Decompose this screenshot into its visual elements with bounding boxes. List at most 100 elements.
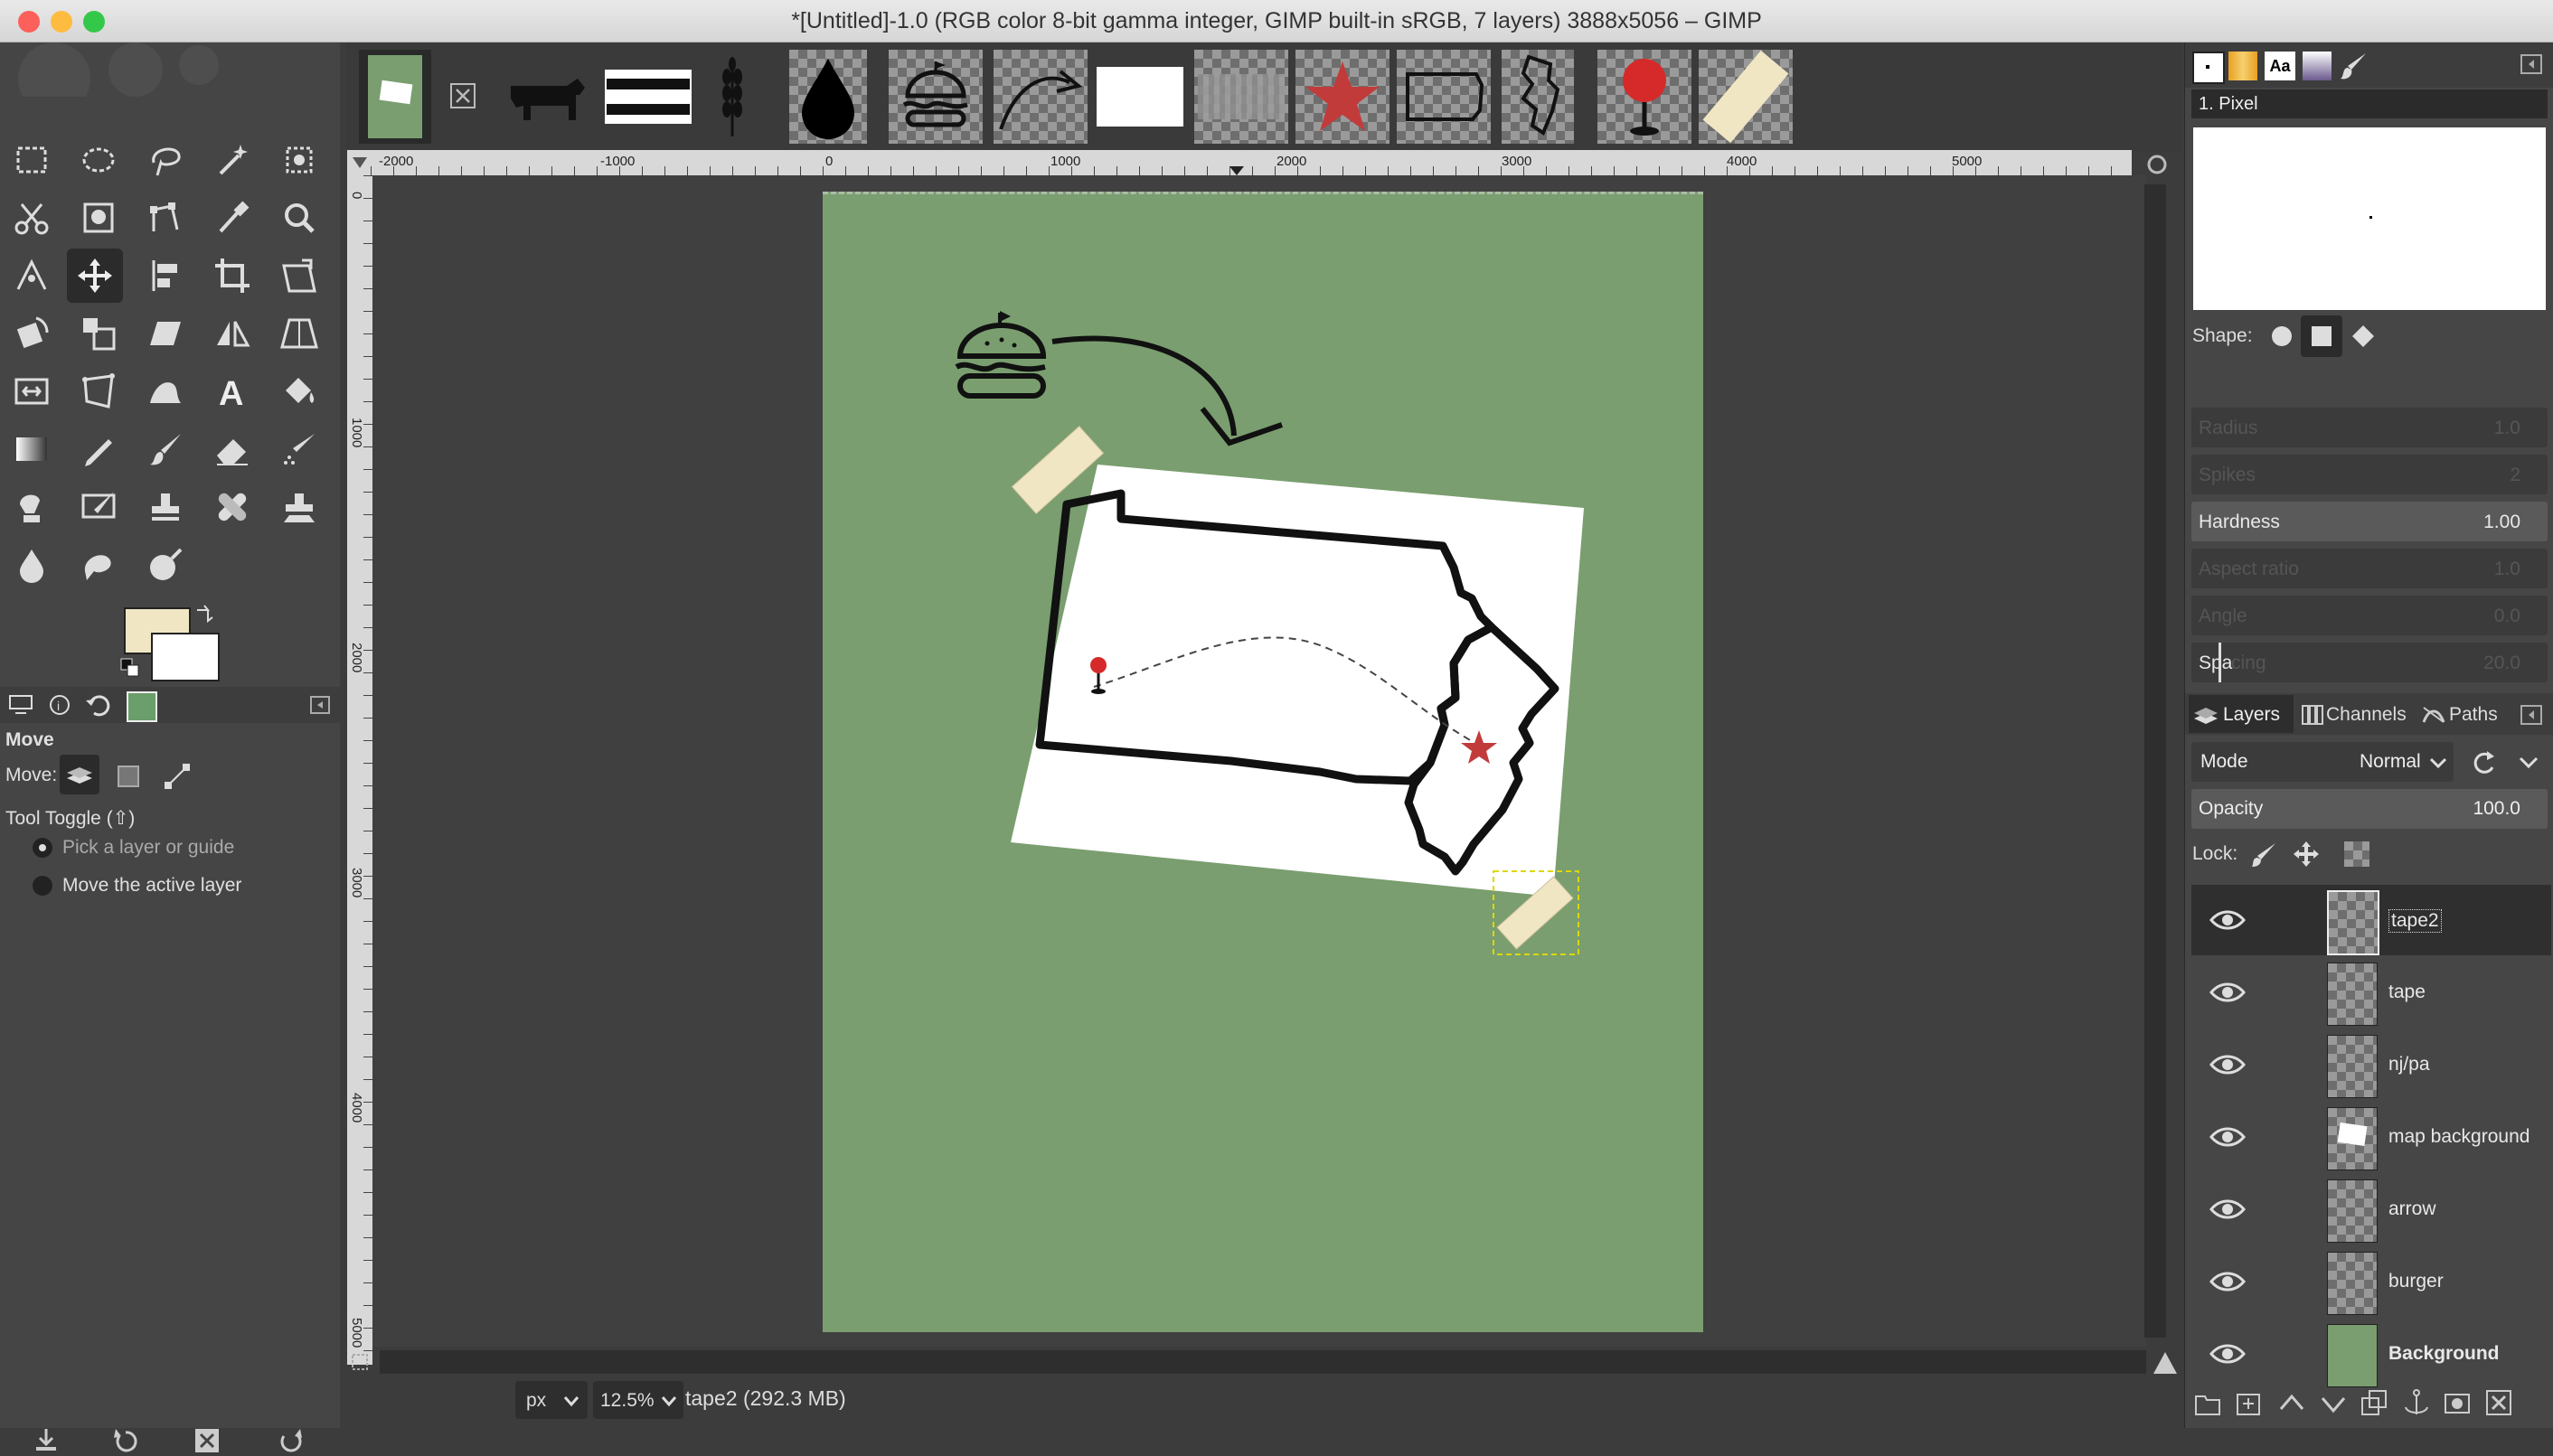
spacing-slider[interactable]: Spa cing 20.0: [2191, 643, 2548, 682]
visibility-eye-icon[interactable]: [2209, 1051, 2246, 1078]
reset-options-icon[interactable]: [275, 1425, 306, 1456]
canvas-area[interactable]: [372, 175, 2166, 1347]
select-by-color-tool-icon[interactable]: [271, 133, 327, 187]
wheat-image-thumb[interactable]: [702, 50, 762, 144]
perspective-clone-tool-icon[interactable]: [271, 480, 327, 534]
gradients-tab-icon[interactable]: [2303, 52, 2332, 80]
dodge-burn-tool-icon[interactable]: [137, 538, 193, 592]
ellipse-select-tool-icon[interactable]: [71, 133, 127, 187]
blur-tool-icon[interactable]: [4, 538, 60, 592]
paintbrush-tool-icon[interactable]: [137, 422, 193, 476]
visibility-eye-icon[interactable]: [2209, 1123, 2246, 1151]
rotate-tool-icon[interactable]: [4, 306, 60, 361]
background-color-swatch[interactable]: [151, 633, 220, 681]
layer-row-map-background[interactable]: map background: [2191, 1102, 2551, 1172]
restore-options-icon[interactable]: [110, 1425, 141, 1456]
radius-slider[interactable]: Radius 1.0: [2191, 408, 2548, 447]
gradient-tool-icon[interactable]: [4, 422, 60, 476]
visibility-eye-icon[interactable]: [2209, 979, 2246, 1006]
new-layer-icon[interactable]: [2234, 1387, 2266, 1420]
bucket-fill-tool-icon[interactable]: [271, 364, 327, 418]
move-path-mode-button[interactable]: [159, 758, 195, 794]
new-layer-group-icon[interactable]: [2192, 1387, 2225, 1420]
spin-arrows-column[interactable]: [2543, 404, 2553, 684]
duplicate-layer-icon[interactable]: [2359, 1387, 2391, 1420]
ink-tool-icon[interactable]: [4, 480, 60, 534]
tab-layers[interactable]: Layers: [2189, 695, 2294, 733]
unified-transform-tool-icon[interactable]: [271, 249, 327, 303]
free-select-tool-icon[interactable]: [137, 133, 193, 187]
close-image-icon[interactable]: [449, 82, 476, 109]
visibility-eye-icon[interactable]: [2209, 906, 2246, 934]
current-image-thumb[interactable]: [359, 50, 431, 144]
warp-tool-icon[interactable]: [137, 364, 193, 418]
rect-select-tool-icon[interactable]: [4, 133, 60, 187]
move-selection-mode-button[interactable]: [110, 758, 146, 794]
white-image-thumb[interactable]: [1093, 50, 1187, 144]
visibility-eye-icon[interactable]: [2209, 1196, 2246, 1223]
configure-tab-icon[interactable]: [309, 695, 331, 715]
layer-row-burger[interactable]: burger: [2191, 1246, 2551, 1317]
scissors-select-tool-icon[interactable]: [4, 191, 60, 245]
radio-move-active-layer[interactable]: [33, 876, 52, 896]
lock-pixels-icon[interactable]: [2250, 840, 2279, 869]
paint-dynamics-tab-icon[interactable]: [2339, 52, 2369, 80]
scale-tool-icon[interactable]: [71, 306, 127, 361]
move-tool-icon[interactable]: [67, 249, 123, 303]
visibility-eye-icon[interactable]: [2209, 1340, 2246, 1367]
patterns-tab-icon[interactable]: [2228, 52, 2257, 80]
pencil-tool-icon[interactable]: [71, 422, 127, 476]
tab-channels[interactable]: Channels: [2297, 695, 2415, 733]
clone-tool-icon[interactable]: [137, 480, 193, 534]
cage-transform-tool-icon[interactable]: [71, 364, 127, 418]
configure-tab-icon[interactable]: [2520, 704, 2545, 728]
undo-history-tab-icon[interactable]: [83, 691, 112, 719]
eraser-tool-icon[interactable]: [204, 422, 260, 476]
bars-image-thumb[interactable]: [601, 50, 695, 144]
diamond-shape-icon[interactable]: [2350, 323, 2377, 350]
delete-options-icon[interactable]: [192, 1425, 222, 1456]
vertical-scrollbar[interactable]: [2144, 184, 2166, 1338]
nj-outline-image-thumb[interactable]: [1502, 50, 1574, 144]
lock-alpha-icon[interactable]: [2344, 841, 2369, 867]
default-colors-icon[interactable]: [119, 657, 143, 681]
swap-colors-icon[interactable]: [193, 603, 217, 625]
cow-image-thumb[interactable]: [500, 50, 594, 144]
layer-row-background[interactable]: Background: [2191, 1319, 2551, 1389]
layer-row-arrow[interactable]: arrow: [2191, 1174, 2551, 1245]
hardness-slider[interactable]: Hardness 1.00: [2191, 502, 2548, 541]
angle-slider[interactable]: Angle 0.0: [2191, 596, 2548, 635]
zoom-navigate-icon[interactable]: [2146, 154, 2168, 175]
measure-tool-icon[interactable]: [4, 249, 60, 303]
aspect-ratio-slider[interactable]: Aspect ratio 1.0: [2191, 549, 2548, 588]
mask-layer-icon[interactable]: [2442, 1387, 2474, 1420]
zoom-tool-icon[interactable]: [271, 191, 327, 245]
tool-options-tab-icon[interactable]: [7, 691, 36, 719]
heal-tool-icon[interactable]: [204, 480, 260, 534]
perspective-tool-icon[interactable]: [271, 306, 327, 361]
brush-preview[interactable]: [2193, 127, 2546, 310]
delete-layer-icon[interactable]: [2483, 1387, 2516, 1420]
mode-dropdown[interactable]: Mode Normal: [2191, 742, 2454, 782]
tab-paths[interactable]: Paths: [2416, 695, 2511, 733]
ruler-corner[interactable]: [347, 150, 372, 175]
paths-tool-icon[interactable]: [137, 191, 193, 245]
horizontal-ruler[interactable]: -2000 -1000 0 1000 2000 3000 4000 5000: [371, 150, 2132, 175]
flip-tool-icon[interactable]: [204, 306, 260, 361]
unit-selector[interactable]: px: [515, 1381, 588, 1419]
brushes-tab-icon[interactable]: [2192, 52, 2225, 84]
torn-paper-image-thumb[interactable]: [1194, 50, 1288, 144]
pin-image-thumb[interactable]: [1597, 50, 1691, 144]
align-tool-icon[interactable]: [137, 249, 193, 303]
layer-row-tape2[interactable]: tape2: [2191, 885, 2551, 955]
horizontal-scrollbar[interactable]: [380, 1350, 2146, 1374]
warp-transform-tool-icon[interactable]: [4, 364, 60, 418]
radio-pick-layer[interactable]: [33, 838, 52, 858]
device-status-tab-icon[interactable]: i: [45, 691, 74, 719]
smudge-tool-icon[interactable]: [71, 538, 127, 592]
images-tab-icon[interactable]: [127, 691, 157, 722]
zoom-selector[interactable]: 12.5%: [593, 1381, 683, 1419]
circle-shape-icon[interactable]: [2268, 323, 2295, 350]
configure-tab-icon[interactable]: [2520, 53, 2545, 77]
save-options-icon[interactable]: [31, 1425, 61, 1456]
